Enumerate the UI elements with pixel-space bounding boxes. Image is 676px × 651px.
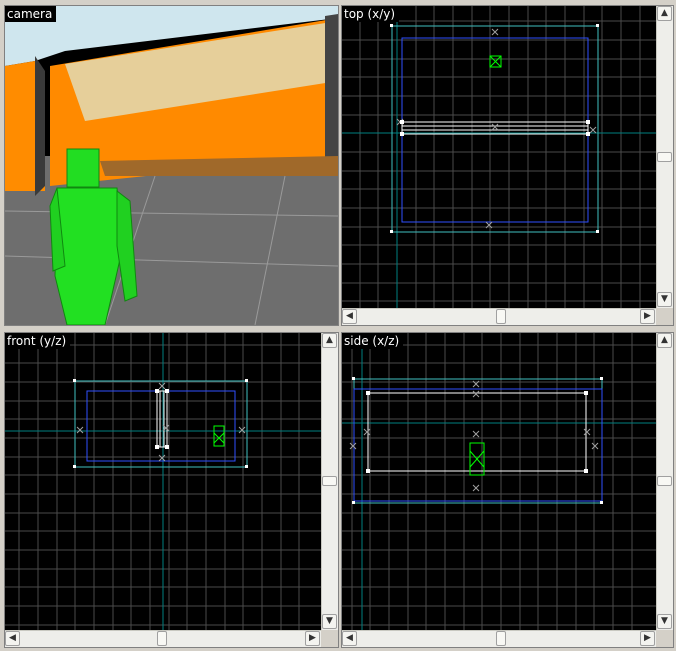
scrollbar-corner — [321, 630, 338, 647]
brush-outer — [353, 378, 603, 504]
front-vertical-scrollbar[interactable]: ▲ ▼ — [321, 333, 338, 630]
scroll-down-button[interactable]: ▼ — [657, 292, 672, 307]
scroll-thumb[interactable] — [657, 152, 672, 162]
top-grid — [342, 6, 656, 308]
front-grid — [5, 333, 321, 630]
scroll-up-button[interactable]: ▲ — [657, 6, 672, 21]
brush-slab — [401, 121, 589, 135]
side-vertical-scrollbar[interactable]: ▲ ▼ — [656, 333, 673, 630]
side-grid — [342, 333, 656, 630]
front-horizontal-scrollbar[interactable]: ◀ ▶ — [5, 630, 321, 647]
brush-inner — [353, 388, 603, 502]
scroll-right-button[interactable]: ▶ — [640, 631, 655, 646]
top-horizontal-scrollbar[interactable]: ◀ ▶ — [342, 308, 656, 325]
side-horizontal-scrollbar[interactable]: ◀ ▶ — [342, 630, 656, 647]
scroll-left-button[interactable]: ◀ — [342, 631, 357, 646]
scroll-thumb[interactable] — [657, 476, 672, 486]
camera-render — [5, 6, 338, 325]
scroll-right-button[interactable]: ▶ — [305, 631, 320, 646]
scrollbar-corner — [656, 630, 673, 647]
scrollbar-corner — [656, 308, 673, 325]
brush-outer — [74, 380, 248, 468]
viewport-label-camera: camera — [5, 6, 57, 22]
scroll-down-button[interactable]: ▼ — [657, 614, 672, 629]
front-viewport[interactable]: front (y/z) ▲ ▼ ◀ ▶ — [4, 332, 339, 648]
scroll-up-button[interactable]: ▲ — [657, 333, 672, 348]
entity-marker — [213, 425, 225, 447]
brush-outer — [391, 25, 599, 233]
scroll-thumb[interactable] — [157, 631, 167, 646]
scroll-thumb[interactable] — [496, 631, 506, 646]
top-vertical-scrollbar[interactable]: ▲ ▼ — [656, 6, 673, 308]
scroll-up-button[interactable]: ▲ — [322, 333, 337, 348]
side-viewport[interactable]: side (x/z) ▲ ▼ ◀ ▶ — [341, 332, 674, 648]
scroll-thumb[interactable] — [496, 309, 506, 324]
scroll-thumb[interactable] — [322, 476, 337, 486]
camera-viewport[interactable]: camera — [4, 5, 339, 326]
viewport-label-top: top (x/y) — [342, 6, 400, 22]
scroll-right-button[interactable]: ▶ — [640, 309, 655, 324]
scroll-down-button[interactable]: ▼ — [322, 614, 337, 629]
scroll-left-button[interactable]: ◀ — [342, 309, 357, 324]
viewport-label-side: side (x/z) — [342, 333, 404, 349]
scroll-left-button[interactable]: ◀ — [5, 631, 20, 646]
top-viewport[interactable]: top (x/y) ▲ ▼ ◀ ▶ — [341, 5, 674, 326]
viewport-label-front: front (y/z) — [5, 333, 71, 349]
